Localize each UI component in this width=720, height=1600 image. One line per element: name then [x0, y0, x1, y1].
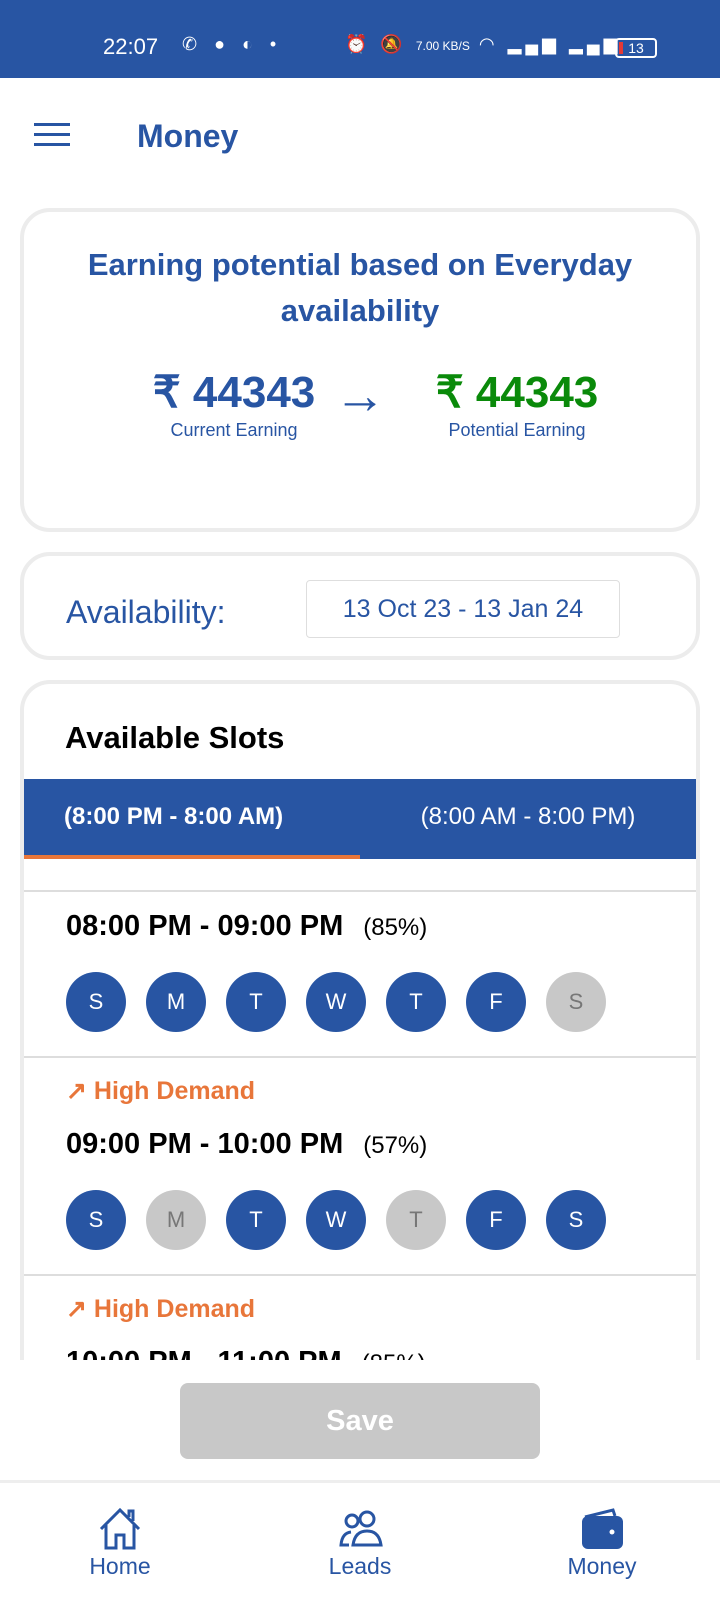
nav-money[interactable]: Money [532, 1507, 672, 1580]
slot-row: ↗ High Demand 09:00 PM - 10:00 PM (57%) S M T… [24, 1056, 696, 1276]
day-toggle[interactable]: T [226, 1190, 286, 1250]
slot-time-label: 10:00 PM - 11:00 PM [66, 1346, 342, 1360]
available-slots-card: Available Slots (8:00 PM - 8:00 AM) (8:0… [20, 680, 700, 1360]
slot-row: ↗ High Demand 10:00 PM - 11:00 PM (85%) [24, 1274, 696, 1360]
day-toggle[interactable]: W [306, 1190, 366, 1250]
network-speed: 7.00 KB/S [415, 39, 470, 53]
nav-home[interactable]: Home [50, 1507, 190, 1580]
slot-time: 10:00 PM - 11:00 PM (85%) [66, 1346, 426, 1360]
nav-leads-label: Leads [328, 1553, 392, 1579]
tab-night[interactable]: (8:00 PM - 8:00 AM) [24, 779, 360, 859]
current-earning: ₹ 44343 Current Earning [114, 367, 354, 441]
status-bar: 22:07 ✆ ● ◐ • ⏰ 🔕 7.00 KB/S ◠ ▂▄▆ ▂▄▆ 13 [0, 0, 720, 78]
status-time: 22:07 [103, 34, 159, 59]
page-title: Money [137, 118, 239, 154]
slot-time: 08:00 PM - 09:00 PM (85%) [66, 910, 427, 943]
availability-label: Availability: [66, 594, 226, 630]
day-toggle[interactable]: T [226, 972, 286, 1032]
home-icon [99, 1507, 141, 1550]
day-toggle[interactable]: T [386, 1190, 446, 1250]
tab-day[interactable]: (8:00 AM - 8:00 PM) [360, 779, 696, 859]
save-button[interactable]: Save [180, 1383, 540, 1459]
demand-label: High Demand [93, 1077, 256, 1105]
trending-up-icon: ↗ [66, 1077, 87, 1105]
earning-heading: Earning potential based on Everyday avai… [87, 247, 633, 328]
potential-earning-value: ₹ 44343 [435, 368, 599, 417]
date-range-picker[interactable]: 13 Oct 23 - 13 Jan 24 [306, 580, 620, 638]
demand-label: High Demand [93, 1295, 256, 1323]
slot-percent: (57%) [363, 1132, 428, 1159]
arrow-right-icon: → [334, 367, 386, 425]
day-toggle[interactable]: T [386, 972, 446, 1032]
slot-tabs: (8:00 PM - 8:00 AM) (8:00 AM - 8:00 PM) [24, 779, 696, 859]
potential-earning: ₹ 44343 Potential Earning [397, 367, 637, 441]
day-toggle[interactable]: S [546, 1190, 606, 1250]
battery-icon: 13 [615, 38, 657, 58]
current-earning-value: ₹ 44343 [152, 368, 316, 417]
trending-up-icon: ↗ [66, 1295, 87, 1323]
slot-time: 09:00 PM - 10:00 PM (57%) [66, 1128, 427, 1161]
menu-icon[interactable] [34, 123, 70, 147]
day-toggle[interactable]: W [306, 972, 366, 1032]
day-toggle[interactable]: M [146, 1190, 206, 1250]
nav-home-label: Home [89, 1553, 151, 1579]
day-toggle[interactable]: S [66, 1190, 126, 1250]
slots-title: Available Slots [65, 720, 285, 755]
potential-earning-label: Potential Earning [448, 420, 586, 440]
availability-card: Availability: 13 Oct 23 - 13 Jan 24 [20, 552, 700, 660]
day-toggle[interactable]: M [146, 972, 206, 1032]
day-toggle[interactable]: S [66, 972, 126, 1032]
nav-leads[interactable]: Leads [290, 1507, 430, 1580]
day-selector: SMTWTFS [66, 972, 606, 1032]
nav-money-label: Money [567, 1553, 637, 1579]
slot-percent: (85%) [363, 914, 428, 941]
wallet-icon [582, 1508, 623, 1549]
day-toggle[interactable]: S [546, 972, 606, 1032]
slot-time-label: 09:00 PM - 10:00 PM [66, 1128, 344, 1160]
day-toggle[interactable]: F [466, 972, 526, 1032]
system-icons: ⏰ 🔕 7.00 KB/S ◠ ▂▄▆ ▂▄▆ [345, 34, 622, 54]
current-earning-label: Current Earning [170, 420, 298, 440]
earning-potential-card: Earning potential based on Everyday avai… [20, 208, 700, 532]
bottom-nav: Home Leads Money [0, 1480, 720, 1600]
slot-time-label: 08:00 PM - 09:00 PM [66, 910, 344, 942]
day-toggle[interactable]: F [466, 1190, 526, 1250]
app-header: Money [0, 78, 720, 192]
slot-percent: (85%) [362, 1350, 426, 1360]
day-selector: SMTWTFS [66, 1190, 606, 1250]
users-icon [339, 1510, 383, 1547]
high-demand-badge: ↗ High Demand [66, 1294, 255, 1324]
notification-icons: ✆ ● ◐ • [182, 34, 283, 54]
high-demand-badge: ↗ High Demand [66, 1076, 255, 1106]
